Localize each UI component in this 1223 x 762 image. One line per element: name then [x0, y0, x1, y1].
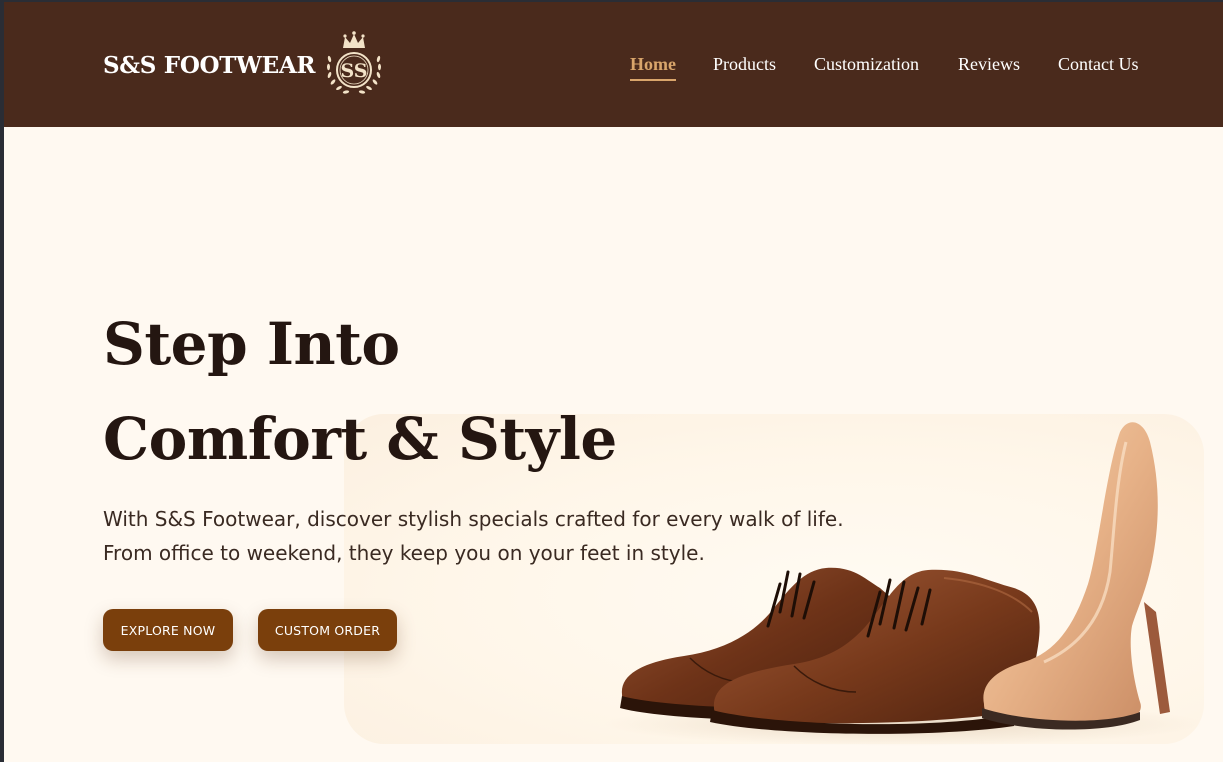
nav-contact-us[interactable]: Contact Us — [1058, 54, 1139, 75]
site-header: S&S FOOTWEAR SS Home Products Customizat… — [4, 2, 1223, 127]
footwear-product-image — [604, 422, 1204, 746]
custom-order-button[interactable]: CUSTOM ORDER — [258, 609, 397, 651]
hero-title: Step Into Comfort & Style — [103, 297, 617, 487]
hero-title-line-1: Step Into — [103, 310, 400, 378]
explore-now-button[interactable]: EXPLORE NOW — [103, 609, 233, 651]
nav-home[interactable]: Home — [630, 54, 676, 81]
nav-reviews[interactable]: Reviews — [958, 54, 1020, 75]
nav-customization[interactable]: Customization — [814, 54, 919, 75]
hero-title-line-2: Comfort & Style — [103, 405, 617, 473]
nav-products[interactable]: Products — [713, 54, 776, 75]
main-nav: Home Products Customization Reviews Cont… — [4, 54, 1223, 84]
page: S&S FOOTWEAR SS Home Products Customizat… — [4, 2, 1223, 762]
